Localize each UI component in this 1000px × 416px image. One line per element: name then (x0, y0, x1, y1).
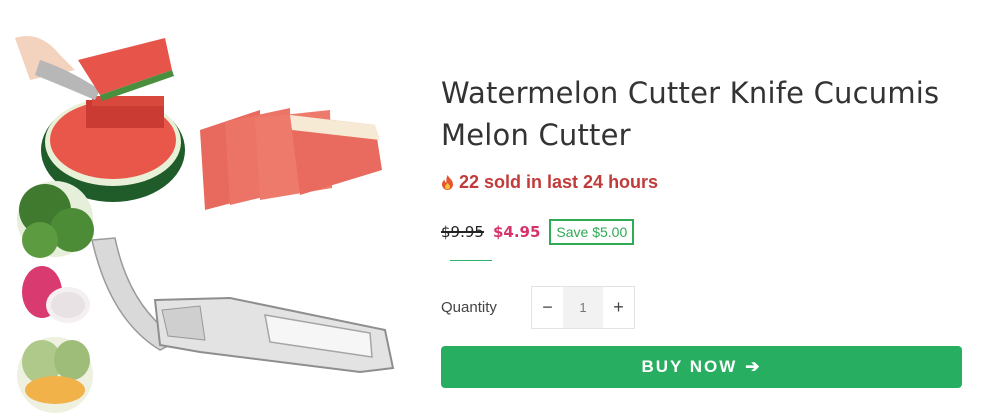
product-gallery (0, 0, 420, 416)
quantity-increase-button[interactable]: + (603, 287, 634, 328)
buy-now-button[interactable]: BUY NOW ➔ (441, 346, 962, 388)
sale-price: $4.95 (492, 223, 541, 241)
quantity-input[interactable] (563, 287, 603, 328)
buy-now-label: BUY NOW (641, 357, 738, 376)
quantity-label: Quantity (441, 299, 497, 316)
melon-thumbnail[interactable] (17, 337, 93, 413)
divider (450, 260, 492, 261)
cutter-tool-image (91, 237, 395, 374)
price-row: $9.95 $4.95 Save $5.00 (441, 219, 635, 245)
product-image (15, 36, 395, 413)
dragon-fruit-thumbnail[interactable] (18, 261, 92, 335)
arrow-right-icon: ➔ (745, 357, 762, 376)
quantity-decrease-button[interactable]: − (532, 287, 563, 328)
quantity-stepper: − + (531, 286, 635, 329)
watermelon-hero-image (15, 36, 185, 202)
fire-icon (442, 175, 453, 190)
sold-indicator: 22 sold in last 24 hours (441, 172, 658, 193)
compare-price: $9.95 (441, 223, 484, 241)
sold-text: 22 sold in last 24 hours (459, 172, 659, 192)
watermelon-slices-image (200, 108, 382, 210)
save-badge: Save $5.00 (549, 219, 635, 245)
product-title: Watermelon Cutter Knife Cucumis Melon Cu… (441, 76, 940, 152)
